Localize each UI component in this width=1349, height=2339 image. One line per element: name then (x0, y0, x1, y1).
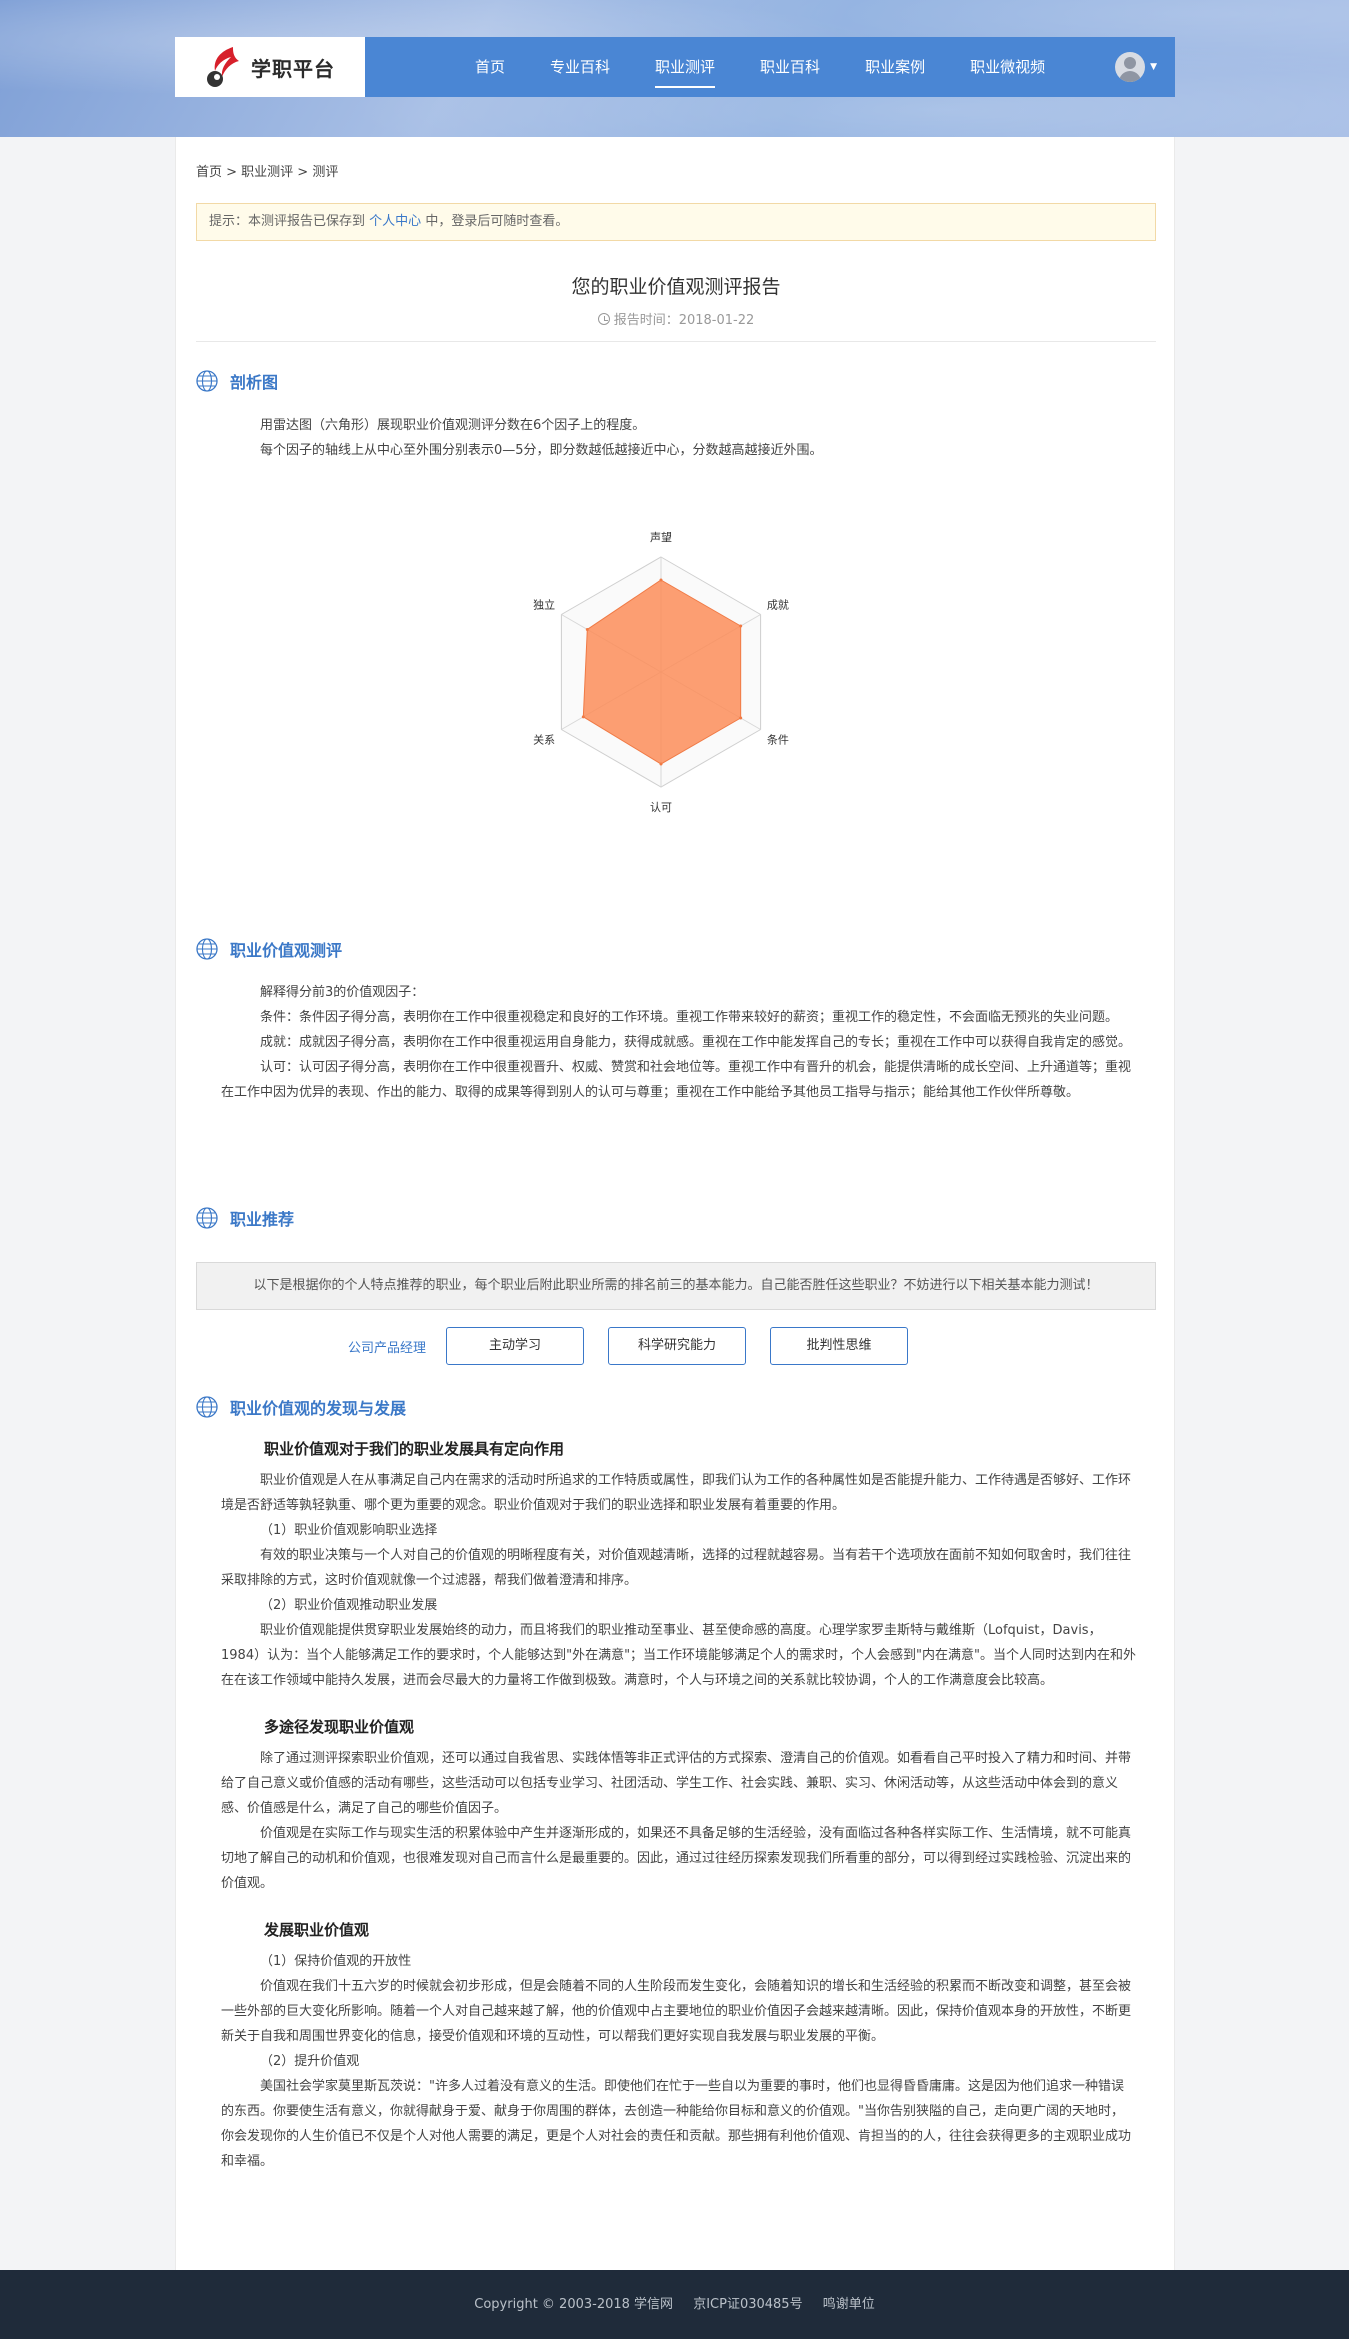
section-title-develop: 职业价值观的发现与发展 (196, 1395, 1156, 1419)
radar-data-point (659, 762, 663, 766)
radar-data-point (739, 716, 743, 720)
globe-icon (196, 370, 218, 392)
globe-icon (196, 1207, 218, 1229)
avatar (1115, 52, 1146, 82)
radar-data-point (585, 627, 589, 631)
radar-axis-label: 条件 (767, 733, 789, 747)
report-title: 您的职业价值观测评报告 (571, 276, 781, 298)
radar-axis-label: 成就 (767, 598, 789, 612)
section-title-text: 职业价值观的发现与发展 (230, 1399, 407, 1418)
nav-career-cases[interactable]: 职业案例 (865, 37, 925, 97)
radar-desc-line: 每个因子的轴线上从中心至外围分别表示0—5分，即分数越低越接近中心，分数越高越接… (260, 443, 823, 458)
logo[interactable]: 学职平台 (175, 37, 365, 97)
develop-subheading: （1）保持价值观的开放性 (260, 1954, 412, 1969)
chevron-down-icon: ▼ (1150, 62, 1157, 72)
develop-paragraph: 价值观是在实际工作与现实生活的积累体验中产生并逐渐形成的，如果还不具备足够的生活… (221, 1826, 1132, 1891)
job-recommend-row: 公司产品经理 主动学习 科学研究能力 批判性思维 (196, 1327, 1156, 1365)
save-tip: 提示：本测评报告已保存到 个人中心 中，登录后可随时查看。 (196, 203, 1156, 241)
footer-copyright: Copyright © 2003-2018 学信网 (474, 2297, 674, 2312)
eval-body: 解释得分前3的价值观因子： 条件：条件因子得分高，表明你在工作中很重视稳定和良好… (196, 980, 1156, 1105)
section-title-text: 剖析图 (230, 373, 279, 392)
develop-paragraph: 职业价值观能提供贯穿职业发展始终的动力，而且将我们的职业推动至事业、甚至使命感的… (221, 1623, 1137, 1688)
eval-intro: 解释得分前3的价值观因子： (260, 985, 425, 1000)
radar-desc-line: 用雷达图（六角形）展现职业价值观测评分数在6个因子上的程度。 (260, 418, 646, 433)
develop-body: 职业价值观对于我们的职业发展具有定向作用 职业价值观是人在从事满足自己内在需求的… (196, 1437, 1156, 2174)
nav-home[interactable]: 首页 (475, 37, 505, 97)
develop-subheading: （1）职业价值观影响职业选择 (260, 1523, 438, 1538)
logo-icon (207, 47, 239, 87)
section-title-text: 职业推荐 (230, 1210, 295, 1229)
globe-icon (196, 1396, 218, 1418)
ability-test-button[interactable]: 科学研究能力 (608, 1327, 747, 1365)
job-link[interactable]: 公司产品经理 (348, 1337, 426, 1356)
personal-center-link[interactable]: 个人中心 (369, 214, 421, 229)
radar-axis-label: 声望 (650, 530, 672, 544)
develop-paragraph: 价值观在我们十五六岁的时候就会初步形成，但是会随着不同的人生阶段而发生变化，会随… (221, 1979, 1132, 2044)
clock-icon (597, 313, 610, 325)
eval-item: 条件：条件因子得分高，表明你在工作中很重视稳定和良好的工作环境。重视工作带来较好… (260, 1010, 1119, 1025)
develop-subheading: （2）提升价值观 (260, 2054, 360, 2069)
ability-test-button[interactable]: 主动学习 (446, 1327, 585, 1365)
nav-major-wiki[interactable]: 专业百科 (550, 37, 610, 97)
tip-prefix: 提示：本测评报告已保存到 (209, 214, 366, 229)
develop-paragraph: 有效的职业决策与一个人对自己的价值观的明晰程度有关，对价值观越清晰，选择的过程就… (221, 1548, 1132, 1588)
develop-paragraph: 美国社会学家莫里斯瓦茨说："许多人过着没有意义的生活。即使他们在忙于一些自以为重… (221, 2079, 1132, 2169)
section-title-text: 职业价值观测评 (230, 941, 343, 960)
eval-item: 认可：认可因子得分高，表明你在工作中很重视晋升、权威、赞赏和社会地位等。重视工作… (221, 1060, 1132, 1100)
radar-description: 用雷达图（六角形）展现职业价值观测评分数在6个因子上的程度。 每个因子的轴线上从… (196, 413, 1156, 463)
user-menu[interactable]: ▼ (1115, 52, 1157, 82)
main-nav: 首页 专业百科 职业测评 职业百科 职业案例 职业微视频 (475, 37, 1090, 97)
report-time: 报告时间：2018-01-22 (196, 309, 1156, 328)
main-content: 首页 > 职业测评 > 测评 提示：本测评报告已保存到 个人中心 中，登录后可随… (175, 137, 1175, 2270)
radar-data-point (739, 624, 743, 628)
radar-axis-label: 独立 (533, 598, 555, 612)
develop-heading: 多途径发现职业价值观 (264, 1718, 415, 1736)
radar-axis-label: 关系 (533, 733, 555, 747)
radar-data-point (659, 578, 663, 582)
nav-career-videos[interactable]: 职业微视频 (970, 37, 1045, 97)
globe-icon (196, 938, 218, 960)
section-title-recommend: 职业推荐 (196, 1206, 1156, 1230)
logo-text: 学职平台 (251, 56, 335, 81)
develop-paragraph: 除了通过测评探索职业价值观，还可以通过自我省思、实践体悟等非正式评估的方式探索、… (221, 1751, 1132, 1816)
develop-paragraph: 职业价值观是人在从事满足自己内在需求的活动时所追求的工作特质或属性，即我们认为工… (221, 1473, 1132, 1513)
ability-test-button[interactable]: 批判性思维 (770, 1327, 909, 1365)
section-title-eval: 职业价值观测评 (196, 937, 1156, 961)
site-footer: Copyright © 2003-2018 学信网 京ICP证030485号 鸣… (0, 2270, 1349, 2339)
radar-chart: 声望成就条件认可 关系 独立 (533, 530, 789, 814)
eval-item: 成就：成就因子得分高，表明你在工作中很重视运用自身能力，获得成就感。重视在工作中… (260, 1035, 1132, 1050)
recommend-notice: 以下是根据你的个人特点推荐的职业，每个职业后附此职业所需的排名前三的基本能力。自… (196, 1262, 1156, 1310)
site-header: 学职平台 首页 专业百科 职业测评 职业百科 职业案例 职业微视频 ▼ (175, 37, 1175, 97)
section-title-radar: 剖析图 (196, 369, 1156, 393)
develop-heading: 发展职业价值观 (264, 1921, 370, 1939)
footer-icp[interactable]: 京ICP证030485号 (693, 2297, 802, 2312)
develop-heading: 职业价值观对于我们的职业发展具有定向作用 (264, 1440, 565, 1458)
report-time-text: 报告时间：2018-01-22 (613, 313, 755, 328)
nav-career-wiki[interactable]: 职业百科 (760, 37, 820, 97)
tip-suffix: 中，登录后可随时查看。 (425, 214, 569, 229)
divider (196, 341, 1156, 342)
breadcrumb: 首页 > 职业测评 > 测评 (196, 165, 339, 180)
radar-data-point (581, 715, 585, 719)
radar-axis-label: 认可 (650, 801, 672, 814)
footer-host[interactable]: 鸣谢单位 (823, 2297, 875, 2312)
develop-subheading: （2）职业价值观推动职业发展 (260, 1598, 438, 1613)
nav-career-test[interactable]: 职业测评 (655, 37, 716, 97)
